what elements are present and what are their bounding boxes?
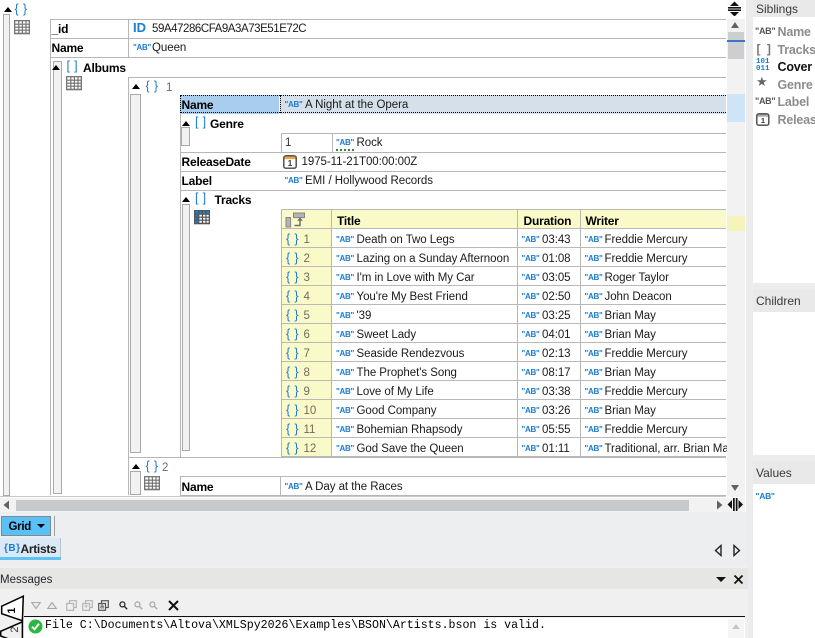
svg-text:+: + bbox=[84, 604, 88, 611]
svg-text:2: 2 bbox=[9, 626, 21, 632]
svg-text:a: a bbox=[100, 604, 104, 611]
svg-text:1: 1 bbox=[287, 159, 292, 168]
svg-text:1: 1 bbox=[761, 116, 765, 125]
svg-text:1: 1 bbox=[6, 607, 18, 613]
